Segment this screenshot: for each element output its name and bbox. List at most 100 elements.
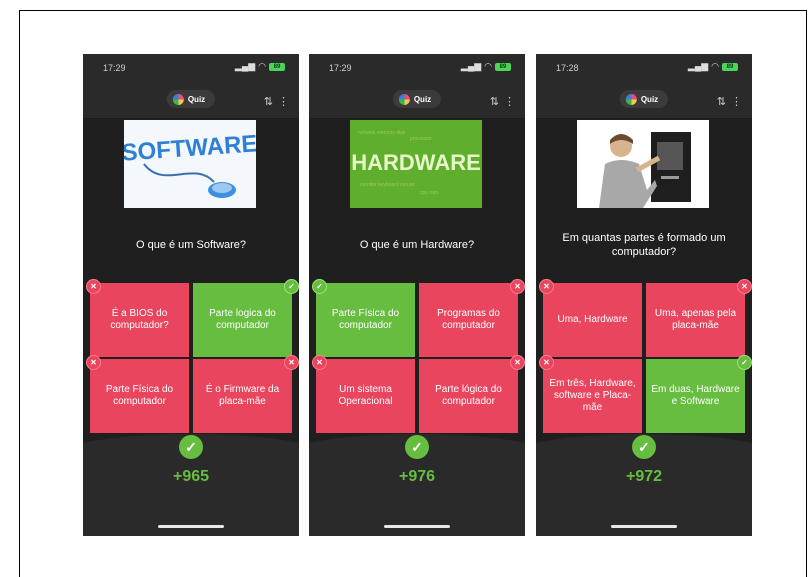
svg-text:cpu ram: cpu ram — [420, 190, 438, 196]
answer-label: Um sistema Operacional — [338, 384, 393, 407]
status-bar: 17:28 ▂▄▆ ◠ 89 — [536, 54, 752, 82]
phone-screen-software: 17:29 ▂▄▆ ◠ 89 Quiz ⇅ ⋮ SOFTWARE O que é… — [83, 54, 299, 536]
answer-label: Uma, apenas pela placa-mãe — [654, 308, 737, 331]
answer-option-2[interactable]: Parte logica do computador — [193, 283, 292, 357]
home-indicator[interactable] — [611, 525, 677, 528]
quiz-label: Quiz — [187, 94, 206, 104]
equalizer-icon[interactable]: ⇅ — [490, 95, 499, 108]
question-image: SOFTWARE — [124, 120, 256, 208]
score-points: +976 — [398, 468, 436, 485]
equalizer-icon[interactable]: ⇅ — [717, 95, 726, 108]
quiz-label: Quiz — [640, 94, 659, 104]
wifi-icon: ◠ — [258, 61, 266, 71]
battery-icon: 89 — [722, 62, 738, 71]
correct-mark-icon: ✓ — [284, 279, 299, 294]
answer-label: Em duas, Hardware e Software — [651, 384, 740, 407]
more-options-icon[interactable]: ⋮ — [278, 95, 289, 108]
app-top-bar: Quiz ⇅ ⋮ — [536, 82, 752, 119]
wrong-mark-icon: ✕ — [86, 279, 101, 294]
answer-option-4[interactable]: Em duas, Hardware e Software — [646, 359, 745, 433]
answer-option-1[interactable]: Parte Física do computador — [316, 283, 415, 357]
signal-icon: ▂▄▆ — [234, 61, 256, 71]
phone-screen-computer-parts: 17:28 ▂▄▆ ◠ 89 Quiz ⇅ ⋮ Em quantas parte… — [536, 54, 752, 536]
status-bar: 17:29 ▂▄▆ ◠ 89 — [83, 54, 299, 82]
svg-text:monitor keyboard mouse: monitor keyboard mouse — [360, 182, 415, 188]
wifi-icon: ◠ — [711, 61, 719, 71]
quiz-pill[interactable]: Quiz — [619, 90, 669, 108]
question-text: Em quantas partes é formado um computado… — [562, 232, 726, 258]
battery-icon: 89 — [269, 62, 285, 71]
wrong-mark-icon: ✕ — [284, 355, 299, 370]
status-icons: ▂▄▆ ◠ 89 — [688, 61, 738, 72]
phone-screen-hardware: 17:29 ▂▄▆ ◠ 89 Quiz ⇅ ⋮ network memory d… — [309, 54, 525, 536]
quiz-logo-icon — [625, 93, 637, 105]
answer-option-3[interactable]: Em três, Hardware, software e Placa-mãe — [543, 359, 642, 433]
status-bar: 17:29 ▂▄▆ ◠ 89 — [309, 54, 525, 82]
answer-label: Uma, Hardware — [557, 314, 628, 325]
quiz-logo-icon — [172, 93, 184, 105]
question-text: O que é um Hardware? — [359, 239, 475, 251]
app-top-bar: Quiz ⇅ ⋮ — [83, 82, 299, 119]
software-illustration: SOFTWARE — [124, 120, 256, 208]
status-time: 17:29 — [103, 63, 126, 73]
success-check-icon: ✓ — [632, 435, 656, 459]
signal-icon: ▂▄▆ — [460, 61, 482, 71]
question-text: O que é um Software? — [135, 239, 247, 251]
answer-label: Parte logica do computador — [209, 308, 276, 331]
answer-option-4[interactable]: É o Firmware da placa-mãe — [193, 359, 292, 433]
wrong-mark-icon: ✕ — [539, 279, 554, 294]
wrong-mark-icon: ✕ — [510, 279, 525, 294]
answer-option-1[interactable]: Uma, Hardware — [543, 283, 642, 357]
answer-option-4[interactable]: Parte lógica do computador — [419, 359, 518, 433]
svg-text:network memory disk: network memory disk — [358, 130, 406, 136]
success-check-icon: ✓ — [405, 435, 429, 459]
wrong-mark-icon: ✕ — [86, 355, 101, 370]
wrong-mark-icon: ✕ — [539, 355, 554, 370]
answer-option-3[interactable]: Parte Física do computador — [90, 359, 189, 433]
answer-label: Parte Física do computador — [331, 308, 400, 331]
question-image — [577, 120, 709, 208]
answer-option-1[interactable]: É a BIOS do computador? — [90, 283, 189, 357]
wrong-mark-icon: ✕ — [737, 279, 752, 294]
correct-mark-icon: ✓ — [312, 279, 327, 294]
home-indicator[interactable] — [158, 525, 224, 528]
quiz-pill[interactable]: Quiz — [392, 90, 442, 108]
more-options-icon[interactable]: ⋮ — [504, 95, 515, 108]
question-image: network memory disk processor monitor ke… — [350, 120, 482, 208]
wrong-mark-icon: ✕ — [510, 355, 525, 370]
answer-grid: Uma, Hardware Uma, apenas pela placa-mãe… — [539, 279, 752, 433]
answer-grid: Parte Física do computador Programas do … — [312, 279, 525, 433]
success-check-icon: ✓ — [179, 435, 203, 459]
technician-photo — [577, 120, 709, 208]
answer-label: Parte lógica do computador — [435, 384, 502, 407]
quiz-pill[interactable]: Quiz — [166, 90, 216, 108]
hardware-word: HARDWARE — [351, 150, 481, 175]
score-points: +972 — [625, 468, 663, 485]
svg-text:processor: processor — [410, 136, 432, 142]
answer-option-2[interactable]: Programas do computador — [419, 283, 518, 357]
correct-mark-icon: ✓ — [737, 355, 752, 370]
status-time: 17:29 — [329, 63, 352, 73]
quiz-logo-icon — [398, 93, 410, 105]
answer-label: Parte Física do computador — [105, 384, 174, 407]
battery-icon: 89 — [495, 62, 511, 71]
hardware-illustration: network memory disk processor monitor ke… — [350, 120, 482, 208]
status-icons: ▂▄▆ ◠ 89 — [461, 61, 511, 72]
equalizer-icon[interactable]: ⇅ — [264, 95, 273, 108]
more-options-icon[interactable]: ⋮ — [731, 95, 742, 108]
answer-grid: É a BIOS do computador? Parte logica do … — [86, 279, 299, 433]
answer-label: Em três, Hardware, software e Placa-mãe — [549, 378, 636, 413]
score-points: +965 — [172, 468, 210, 485]
app-top-bar: Quiz ⇅ ⋮ — [309, 82, 525, 119]
answer-label: É o Firmware da placa-mãe — [205, 384, 280, 407]
answer-option-2[interactable]: Uma, apenas pela placa-mãe — [646, 283, 745, 357]
home-indicator[interactable] — [384, 525, 450, 528]
status-time: 17:28 — [556, 63, 579, 73]
answer-label: Programas do computador — [437, 308, 500, 331]
quiz-label: Quiz — [413, 94, 432, 104]
answer-label: É a BIOS do computador? — [110, 308, 169, 331]
answer-option-3[interactable]: Um sistema Operacional — [316, 359, 415, 433]
wrong-mark-icon: ✕ — [312, 355, 327, 370]
signal-icon: ▂▄▆ — [687, 61, 709, 71]
status-icons: ▂▄▆ ◠ 89 — [235, 61, 285, 72]
